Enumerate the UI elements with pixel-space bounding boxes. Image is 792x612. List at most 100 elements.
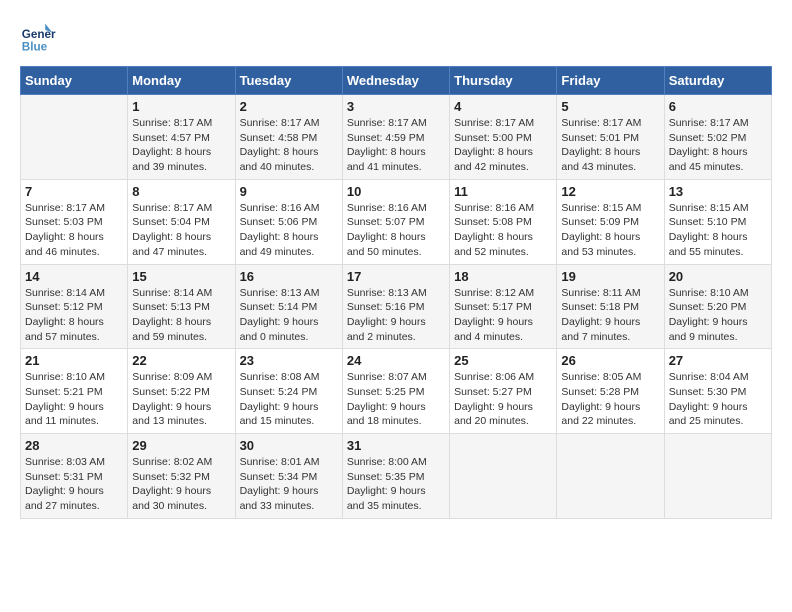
day-info: Sunrise: 8:13 AM Sunset: 5:14 PM Dayligh… — [240, 286, 338, 345]
day-number: 29 — [132, 438, 230, 453]
weekday-header-wednesday: Wednesday — [342, 67, 449, 95]
day-info: Sunrise: 8:11 AM Sunset: 5:18 PM Dayligh… — [561, 286, 659, 345]
week-row-4: 21 Sunrise: 8:10 AM Sunset: 5:21 PM Dayli… — [21, 349, 772, 434]
day-number: 1 — [132, 99, 230, 114]
day-info: Sunrise: 8:17 AM Sunset: 4:58 PM Dayligh… — [240, 116, 338, 175]
calendar-cell: 2 Sunrise: 8:17 AM Sunset: 4:58 PM Daylig… — [235, 95, 342, 180]
day-info: Sunrise: 8:17 AM Sunset: 4:57 PM Dayligh… — [132, 116, 230, 175]
week-row-1: 1 Sunrise: 8:17 AM Sunset: 4:57 PM Daylig… — [21, 95, 772, 180]
calendar-cell: 24 Sunrise: 8:07 AM Sunset: 5:25 PM Dayli… — [342, 349, 449, 434]
week-row-5: 28 Sunrise: 8:03 AM Sunset: 5:31 PM Dayli… — [21, 434, 772, 519]
weekday-header-thursday: Thursday — [450, 67, 557, 95]
day-info: Sunrise: 8:03 AM Sunset: 5:31 PM Dayligh… — [25, 455, 123, 514]
day-info: Sunrise: 8:16 AM Sunset: 5:08 PM Dayligh… — [454, 201, 552, 260]
weekday-header-saturday: Saturday — [664, 67, 771, 95]
day-number: 12 — [561, 184, 659, 199]
day-number: 15 — [132, 269, 230, 284]
calendar-cell: 5Sunrise: 8:17 AM Sunset: 5:01 PM Daylig… — [557, 95, 664, 180]
calendar-cell: 3 Sunrise: 8:17 AM Sunset: 4:59 PM Daylig… — [342, 95, 449, 180]
day-info: Sunrise: 8:10 AM Sunset: 5:21 PM Dayligh… — [25, 370, 123, 429]
weekday-header-monday: Monday — [128, 67, 235, 95]
day-number: 2 — [240, 99, 338, 114]
calendar-cell: 1 Sunrise: 8:17 AM Sunset: 4:57 PM Daylig… — [128, 95, 235, 180]
header: GeneralBlue — [20, 20, 772, 56]
day-number: 20 — [669, 269, 767, 284]
calendar-cell: 19 Sunrise: 8:11 AM Sunset: 5:18 PM Dayli… — [557, 264, 664, 349]
day-number: 4 — [454, 99, 552, 114]
day-info: Sunrise: 8:06 AM Sunset: 5:27 PM Dayligh… — [454, 370, 552, 429]
day-info: Sunrise: 8:17 AM Sunset: 5:01 PM Dayligh… — [561, 116, 659, 175]
day-info: Sunrise: 8:17 AM Sunset: 5:00 PM Dayligh… — [454, 116, 552, 175]
calendar-cell: 18 Sunrise: 8:12 AM Sunset: 5:17 PM Dayli… — [450, 264, 557, 349]
day-info: Sunrise: 8:17 AM Sunset: 5:02 PM Dayligh… — [669, 116, 767, 175]
day-info: Sunrise: 8:15 AM Sunset: 5:09 PM Dayligh… — [561, 201, 659, 260]
day-number: 24 — [347, 353, 445, 368]
calendar-cell — [557, 434, 664, 519]
day-number: 22 — [132, 353, 230, 368]
calendar-cell: 12 Sunrise: 8:15 AM Sunset: 5:09 PM Dayli… — [557, 179, 664, 264]
day-info: Sunrise: 8:17 AM Sunset: 5:03 PM Dayligh… — [25, 201, 123, 260]
logo-icon: GeneralBlue — [20, 20, 56, 56]
calendar-cell — [21, 95, 128, 180]
day-number: 18 — [454, 269, 552, 284]
calendar-cell: 26 Sunrise: 8:05 AM Sunset: 5:28 PM Dayli… — [557, 349, 664, 434]
day-number: 3 — [347, 99, 445, 114]
day-info: Sunrise: 8:13 AM Sunset: 5:16 PM Dayligh… — [347, 286, 445, 345]
day-info: Sunrise: 8:02 AM Sunset: 5:32 PM Dayligh… — [132, 455, 230, 514]
day-info: Sunrise: 8:07 AM Sunset: 5:25 PM Dayligh… — [347, 370, 445, 429]
day-number: 6 — [669, 99, 767, 114]
calendar-cell: 17Sunrise: 8:13 AM Sunset: 5:16 PM Dayli… — [342, 264, 449, 349]
calendar-cell: 25 Sunrise: 8:06 AM Sunset: 5:27 PM Dayli… — [450, 349, 557, 434]
day-info: Sunrise: 8:16 AM Sunset: 5:06 PM Dayligh… — [240, 201, 338, 260]
calendar-cell: 30 Sunrise: 8:01 AM Sunset: 5:34 PM Dayli… — [235, 434, 342, 519]
day-number: 25 — [454, 353, 552, 368]
calendar-cell: 11 Sunrise: 8:16 AM Sunset: 5:08 PM Dayli… — [450, 179, 557, 264]
day-info: Sunrise: 8:16 AM Sunset: 5:07 PM Dayligh… — [347, 201, 445, 260]
calendar-cell: 22Sunrise: 8:09 AM Sunset: 5:22 PM Dayli… — [128, 349, 235, 434]
weekday-header-row: SundayMondayTuesdayWednesdayThursdayFrid… — [21, 67, 772, 95]
calendar-cell: 6 Sunrise: 8:17 AM Sunset: 5:02 PM Daylig… — [664, 95, 771, 180]
day-info: Sunrise: 8:00 AM Sunset: 5:35 PM Dayligh… — [347, 455, 445, 514]
day-number: 8 — [132, 184, 230, 199]
calendar-cell: 4 Sunrise: 8:17 AM Sunset: 5:00 PM Daylig… — [450, 95, 557, 180]
day-info: Sunrise: 8:12 AM Sunset: 5:17 PM Dayligh… — [454, 286, 552, 345]
day-number: 31 — [347, 438, 445, 453]
day-info: Sunrise: 8:17 AM Sunset: 4:59 PM Dayligh… — [347, 116, 445, 175]
svg-text:Blue: Blue — [22, 41, 48, 54]
day-number: 28 — [25, 438, 123, 453]
calendar-cell: 9Sunrise: 8:16 AM Sunset: 5:06 PM Daylig… — [235, 179, 342, 264]
day-number: 16 — [240, 269, 338, 284]
week-row-2: 7Sunrise: 8:17 AM Sunset: 5:03 PM Daylig… — [21, 179, 772, 264]
day-number: 11 — [454, 184, 552, 199]
calendar-cell — [664, 434, 771, 519]
day-number: 14 — [25, 269, 123, 284]
day-info: Sunrise: 8:05 AM Sunset: 5:28 PM Dayligh… — [561, 370, 659, 429]
day-info: Sunrise: 8:14 AM Sunset: 5:12 PM Dayligh… — [25, 286, 123, 345]
calendar-cell: 31 Sunrise: 8:00 AM Sunset: 5:35 PM Dayli… — [342, 434, 449, 519]
day-number: 23 — [240, 353, 338, 368]
calendar-cell — [450, 434, 557, 519]
day-number: 19 — [561, 269, 659, 284]
day-number: 30 — [240, 438, 338, 453]
day-info: Sunrise: 8:14 AM Sunset: 5:13 PM Dayligh… — [132, 286, 230, 345]
calendar-cell: 29 Sunrise: 8:02 AM Sunset: 5:32 PM Dayli… — [128, 434, 235, 519]
day-number: 13 — [669, 184, 767, 199]
day-number: 21 — [25, 353, 123, 368]
weekday-header-sunday: Sunday — [21, 67, 128, 95]
day-number: 10 — [347, 184, 445, 199]
calendar-cell: 20Sunrise: 8:10 AM Sunset: 5:20 PM Dayli… — [664, 264, 771, 349]
calendar-cell: 8Sunrise: 8:17 AM Sunset: 5:04 PM Daylig… — [128, 179, 235, 264]
weekday-header-tuesday: Tuesday — [235, 67, 342, 95]
calendar-cell: 23 Sunrise: 8:08 AM Sunset: 5:24 PM Dayli… — [235, 349, 342, 434]
day-info: Sunrise: 8:15 AM Sunset: 5:10 PM Dayligh… — [669, 201, 767, 260]
calendar-cell: 28 Sunrise: 8:03 AM Sunset: 5:31 PM Dayli… — [21, 434, 128, 519]
calendar-cell: 10 Sunrise: 8:16 AM Sunset: 5:07 PM Dayli… — [342, 179, 449, 264]
calendar-cell: 13 Sunrise: 8:15 AM Sunset: 5:10 PM Dayli… — [664, 179, 771, 264]
day-number: 27 — [669, 353, 767, 368]
day-info: Sunrise: 8:01 AM Sunset: 5:34 PM Dayligh… — [240, 455, 338, 514]
svg-text:General: General — [22, 28, 56, 41]
calendar-cell: 27Sunrise: 8:04 AM Sunset: 5:30 PM Dayli… — [664, 349, 771, 434]
calendar-cell: 14 Sunrise: 8:14 AM Sunset: 5:12 PM Dayli… — [21, 264, 128, 349]
day-info: Sunrise: 8:08 AM Sunset: 5:24 PM Dayligh… — [240, 370, 338, 429]
day-number: 26 — [561, 353, 659, 368]
